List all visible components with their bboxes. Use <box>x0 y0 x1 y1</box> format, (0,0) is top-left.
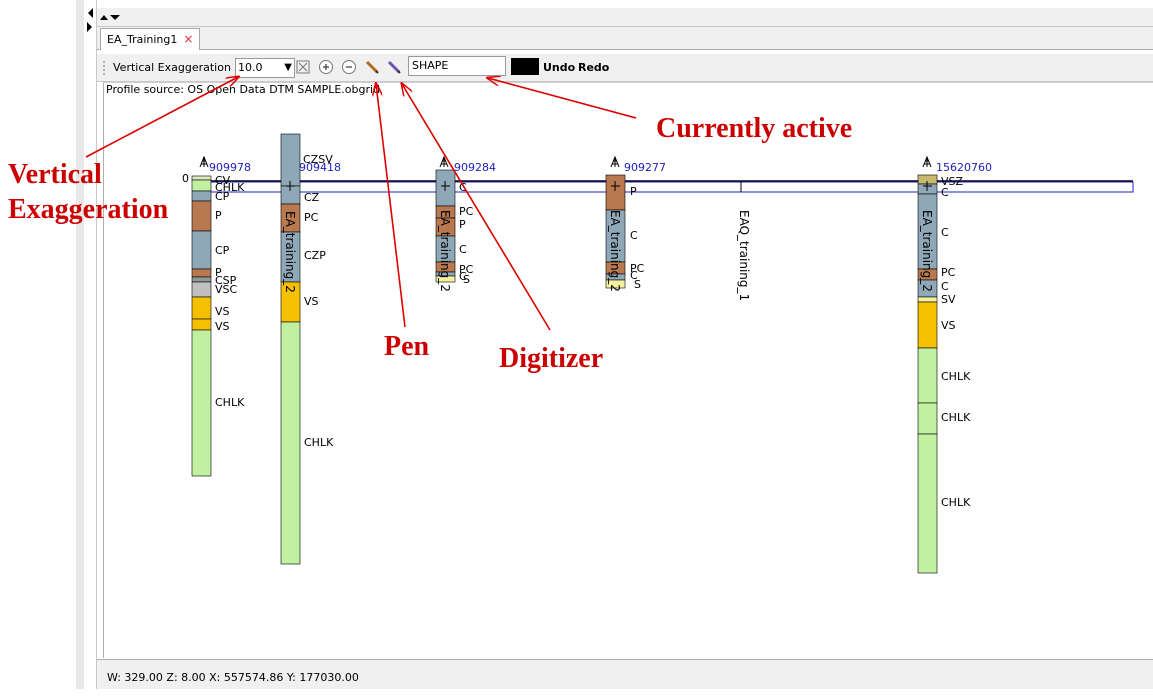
layer-code-label: S <box>463 273 470 286</box>
layer-code-label: S <box>634 278 641 291</box>
layer-code-label: CZ <box>304 191 320 204</box>
annotation-active-text: Currently active <box>656 113 853 144</box>
layer-code-label: P <box>215 209 222 222</box>
layer-block <box>191 318 212 331</box>
borehole-909277[interactable]: 909277 EA_training_2 P C PC C S <box>605 155 666 292</box>
layer-block <box>191 190 212 202</box>
borehole-909978[interactable]: 909978 CV CHLK CP P CP P CSP VSC VS VS C… <box>191 155 251 477</box>
layer-code-label: C <box>630 229 638 242</box>
rig-icon <box>922 155 932 168</box>
layer-code-label: C <box>941 226 949 239</box>
layer-code-label: CHLK <box>304 436 334 449</box>
layer-code-label: VS <box>304 295 319 308</box>
rig-icon <box>199 155 209 168</box>
layer-code-label: CZP <box>304 249 326 262</box>
layer-block <box>191 268 212 278</box>
layer-block <box>191 179 212 192</box>
layer-code-label: C <box>941 186 949 199</box>
layer-code-label: C <box>941 280 949 293</box>
layer-block <box>917 433 938 574</box>
borehole-id-label: 909284 <box>454 161 496 174</box>
layer-code-label: PC <box>941 266 956 279</box>
layer-block <box>917 402 938 435</box>
layer-block <box>191 175 212 181</box>
layer-block <box>917 296 938 303</box>
layer-block <box>191 230 212 270</box>
layer-block <box>280 133 301 187</box>
borehole-909284[interactable]: 909284 EA_training_2 C PC P C PC C S <box>435 155 496 292</box>
layer-block <box>917 301 938 349</box>
borehole-id-label: 15620760 <box>936 161 992 174</box>
layer-code-label: PC <box>459 205 474 218</box>
section-band <box>199 181 1134 193</box>
layer-code-label: CHLK <box>941 496 971 509</box>
rig-icon <box>439 155 449 168</box>
layer-block <box>191 281 212 298</box>
borehole-id-label: 909978 <box>209 161 251 174</box>
layer-block <box>605 174 626 211</box>
layer-code-label: CHLK <box>215 396 245 409</box>
borehole-name-label: EA_training_2 <box>438 210 452 292</box>
borehole-909418[interactable]: 909418 EA_training_2 CZSV CZ PC CZP VS C… <box>280 133 341 565</box>
layer-code-label: VS <box>941 319 956 332</box>
layer-block <box>280 321 301 565</box>
layer-code-label: CHLK <box>941 370 971 383</box>
layer-block <box>191 276 212 283</box>
layer-code-label: SV <box>941 293 956 306</box>
annotation-digitizer-text: Digitizer <box>499 343 604 374</box>
rig-icon <box>610 155 620 168</box>
layer-code-label: C <box>459 243 467 256</box>
borehole-name-label: EA_training_2 <box>283 211 297 293</box>
layer-code-label: C <box>459 181 467 194</box>
layer-code-label: P <box>630 185 637 198</box>
layer-code-label: CP <box>215 190 230 203</box>
layer-code-label: VS <box>215 305 230 318</box>
layer-code-label: VS <box>215 320 230 333</box>
layer-block <box>191 200 212 232</box>
borehole-name-label: EA_training_2 <box>608 210 622 292</box>
borehole-name-label: EA_training_2 <box>920 210 934 292</box>
borehole-15620760[interactable]: 15620760 EA_training_2 VSZ C C PC C SV V… <box>917 155 992 574</box>
layer-block <box>917 347 938 404</box>
layer-code-label: VSC <box>215 283 238 296</box>
layer-code-label: CZSV <box>303 153 333 166</box>
annotation-pen-text: Pen <box>384 331 430 362</box>
depth-zero-label: 0 <box>182 172 189 185</box>
layer-block <box>191 329 212 477</box>
borehole-id-label: 909277 <box>624 161 666 174</box>
layer-code-label: CP <box>215 244 230 257</box>
layer-code-label: P <box>459 218 466 231</box>
layer-code-label: PC <box>304 211 319 224</box>
section-name-label: EAQ_training_1 <box>737 210 751 301</box>
annotation-ve-text: Vertical Exaggeration <box>8 159 169 225</box>
layer-code-label: CHLK <box>941 411 971 424</box>
status-bar: W: 329.00 Z: 8.00 X: 557574.86 Y: 177030… <box>97 659 1153 689</box>
layer-block <box>191 296 212 320</box>
